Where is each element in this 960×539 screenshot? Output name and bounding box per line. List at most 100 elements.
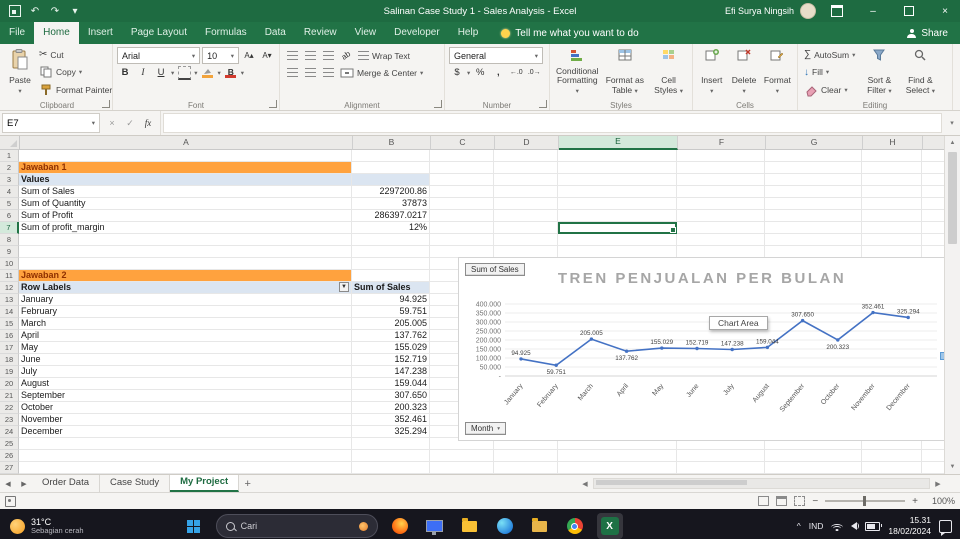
cell[interactable]: [862, 210, 922, 222]
cell[interactable]: [765, 462, 862, 474]
cell-B20[interactable]: 159.044: [352, 378, 430, 390]
weather-widget[interactable]: 31°C Sebagian cerah: [0, 517, 94, 536]
borders-button[interactable]: [176, 65, 192, 80]
cell-B23[interactable]: 352.461: [352, 414, 430, 426]
cell[interactable]: [430, 198, 494, 210]
cell-A6[interactable]: Sum of Profit: [19, 210, 352, 222]
cell-A17[interactable]: May: [19, 342, 352, 354]
cell-A4[interactable]: Sum of Sales: [19, 186, 352, 198]
cell[interactable]: [494, 210, 558, 222]
cell[interactable]: [19, 438, 352, 450]
cell[interactable]: [558, 198, 677, 210]
row-header-24[interactable]: 24: [0, 426, 19, 438]
page-layout-view-icon[interactable]: [776, 496, 788, 506]
clock[interactable]: 15.31 18/02/2024: [888, 515, 931, 536]
sheet-nav-right-icon[interactable]: ▶: [16, 475, 32, 492]
cell[interactable]: [558, 150, 677, 162]
cell[interactable]: [862, 234, 922, 246]
cell[interactable]: [19, 450, 352, 462]
format-painter-button[interactable]: Format Painter: [37, 82, 114, 97]
comma-style-button[interactable]: ,: [490, 65, 506, 80]
cell[interactable]: [677, 450, 765, 462]
restore-button[interactable]: [894, 0, 924, 22]
column-header-A[interactable]: A: [20, 136, 353, 150]
cell-B17[interactable]: 155.029: [352, 342, 430, 354]
percent-style-button[interactable]: %: [472, 65, 488, 80]
merge-center-button[interactable]: Merge & Center ▾: [338, 65, 425, 80]
font-size-combo[interactable]: 10 ▾: [202, 47, 239, 64]
cell-B13[interactable]: 94.925: [352, 294, 430, 306]
cell[interactable]: [765, 234, 862, 246]
scroll-up-icon[interactable]: ▲: [945, 136, 960, 150]
cell[interactable]: [494, 198, 558, 210]
shrink-font-button[interactable]: A▾: [259, 48, 275, 63]
cell[interactable]: [922, 450, 945, 462]
column-header-F[interactable]: F: [678, 136, 766, 150]
cell-A23[interactable]: November: [19, 414, 352, 426]
cell[interactable]: [352, 246, 430, 258]
cell[interactable]: [862, 186, 922, 198]
wifi-icon[interactable]: [831, 522, 844, 531]
cell[interactable]: [430, 186, 494, 198]
language-indicator[interactable]: IND: [809, 521, 824, 531]
enter-icon[interactable]: ✓: [122, 118, 138, 129]
chart-plot-area[interactable]: 400.000 350.000 300.000 250.000 200.000 150.0…: [459, 298, 945, 418]
vertical-scrollbar[interactable]: ▲ ▼: [944, 136, 960, 474]
cell[interactable]: [494, 234, 558, 246]
undo-icon[interactable]: ↶: [26, 2, 44, 20]
cell-B19[interactable]: 147.238: [352, 366, 430, 378]
cell[interactable]: [922, 222, 945, 234]
horizontal-scrollbar[interactable]: ◀ ▶: [579, 475, 960, 492]
find-select-button[interactable]: Find & Select ▾: [901, 46, 939, 98]
cell[interactable]: [19, 246, 352, 258]
align-right-button[interactable]: [320, 65, 336, 80]
fill-button[interactable]: ↓ Fill ▾: [802, 65, 857, 80]
ribbon-tab-view[interactable]: View: [346, 22, 386, 44]
cell-B7[interactable]: 12%: [352, 222, 430, 234]
sheet-tab-case-study[interactable]: Case Study: [100, 475, 171, 492]
copy-button[interactable]: Copy ▾: [37, 65, 114, 80]
formula-input[interactable]: [163, 113, 942, 133]
row-header-2[interactable]: 2: [0, 162, 19, 174]
number-format-combo[interactable]: General ▾: [449, 47, 543, 64]
autosum-button[interactable]: ∑ AutoSum ▾: [802, 47, 857, 62]
tray-expand-icon[interactable]: ^: [797, 521, 801, 531]
cell[interactable]: [862, 462, 922, 474]
format-as-table-button[interactable]: Format as Table ▾: [604, 46, 647, 98]
cell-A2[interactable]: Jawaban 1: [19, 162, 352, 174]
row-header-8[interactable]: 8: [0, 234, 19, 246]
cell[interactable]: [765, 174, 862, 186]
align-top-button[interactable]: [284, 48, 300, 63]
row-header-15[interactable]: 15: [0, 318, 19, 330]
cell[interactable]: [430, 222, 494, 234]
ribbon-tab-formulas[interactable]: Formulas: [196, 22, 256, 44]
cell[interactable]: [922, 210, 945, 222]
row-header-9[interactable]: 9: [0, 246, 19, 258]
ribbon-tab-help[interactable]: Help: [449, 22, 488, 44]
cell[interactable]: [19, 150, 352, 162]
hscroll-left-icon[interactable]: ◀: [579, 480, 591, 488]
cell[interactable]: [922, 198, 945, 210]
row-header-4[interactable]: 4: [0, 186, 19, 198]
cell[interactable]: [430, 234, 494, 246]
cell-B18[interactable]: 152.719: [352, 354, 430, 366]
cell-B15[interactable]: 205.005: [352, 318, 430, 330]
row-header-19[interactable]: 19: [0, 366, 19, 378]
cell-A24[interactable]: December: [19, 426, 352, 438]
cell[interactable]: [922, 162, 945, 174]
macro-record-icon[interactable]: [5, 495, 16, 507]
cell[interactable]: [558, 462, 677, 474]
accounting-format-button[interactable]: $: [449, 65, 465, 80]
font-color-dropdown-icon[interactable]: ▾: [241, 69, 244, 77]
volume-icon[interactable]: [851, 522, 860, 530]
cell[interactable]: [494, 174, 558, 186]
column-header-H[interactable]: H: [863, 136, 923, 150]
sort-filter-button[interactable]: Sort & Filter ▾: [860, 46, 898, 98]
cell[interactable]: [922, 186, 945, 198]
cell[interactable]: [765, 198, 862, 210]
delete-cells-button[interactable]: Delete ▾: [729, 46, 758, 98]
row-header-22[interactable]: 22: [0, 402, 19, 414]
vertical-scroll-thumb[interactable]: [948, 152, 957, 244]
save-icon[interactable]: [6, 2, 24, 20]
clipboard-dialog-launcher-icon[interactable]: [102, 100, 110, 108]
